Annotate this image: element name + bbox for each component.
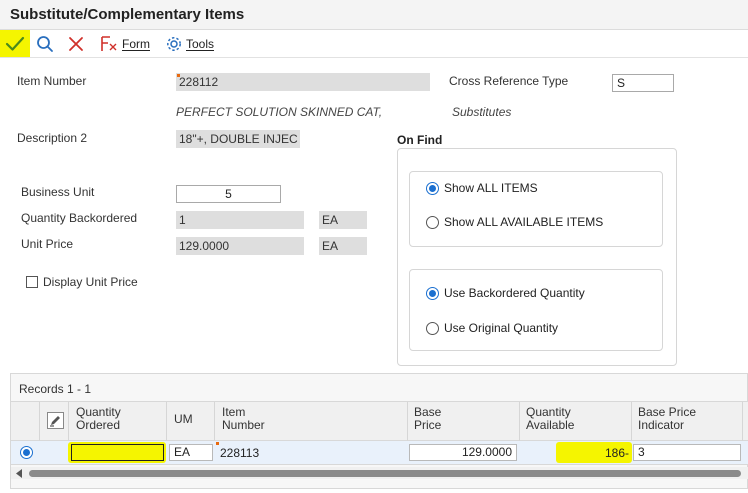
item-number-value: 228112 bbox=[179, 75, 219, 89]
on-find-group: Show ALL ITEMS Show ALL AVAILABLE ITEMS … bbox=[397, 148, 677, 366]
base-price-indicator-input[interactable]: 3 bbox=[633, 444, 741, 461]
grid-options-button[interactable] bbox=[47, 412, 64, 429]
column-separator bbox=[166, 402, 167, 441]
qty-backordered-um: EA bbox=[319, 211, 367, 229]
column-separator bbox=[39, 402, 40, 441]
use-original-radio[interactable] bbox=[426, 321, 439, 335]
unit-price-um: EA bbox=[319, 237, 367, 255]
business-unit-label: Business Unit bbox=[21, 185, 95, 199]
show-all-items-label: Show ALL ITEMS bbox=[444, 181, 538, 195]
toolbar: Form Tools bbox=[0, 30, 748, 58]
display-unit-price-checkbox-row[interactable]: Display Unit Price bbox=[26, 275, 138, 289]
use-original-label: Use Original Quantity bbox=[444, 321, 559, 335]
col-header-quantity-ordered[interactable]: Quantity Ordered bbox=[76, 406, 121, 432]
use-backordered-option[interactable]: Use Backordered Quantity bbox=[426, 286, 585, 300]
col-header-base-price[interactable]: Base Price bbox=[414, 406, 441, 432]
description2-field: 18"+, DOUBLE INJEC bbox=[176, 130, 300, 148]
find-button[interactable] bbox=[35, 34, 55, 54]
business-unit-input[interactable]: 5 bbox=[176, 185, 281, 203]
form-icon bbox=[101, 36, 117, 51]
unit-price-label: Unit Price bbox=[21, 237, 74, 251]
display-unit-price-label: Display Unit Price bbox=[43, 275, 138, 289]
title-bar: Substitute/Complementary Items bbox=[0, 0, 748, 30]
form-menu-button[interactable]: Form bbox=[99, 34, 150, 54]
cross-ref-type-description: Substitutes bbox=[452, 105, 512, 119]
use-backordered-radio[interactable] bbox=[426, 286, 439, 300]
col-header-um[interactable]: UM bbox=[174, 413, 193, 426]
form-menu-label: Form bbox=[122, 37, 150, 51]
show-all-available-option[interactable]: Show ALL AVAILABLE ITEMS bbox=[426, 215, 603, 229]
grid-header: Quantity Ordered UM Item Number Base Pri… bbox=[11, 401, 748, 441]
show-all-available-label: Show ALL AVAILABLE ITEMS bbox=[444, 215, 604, 229]
cross-ref-type-label: Cross Reference Type bbox=[449, 74, 569, 88]
base-price-input[interactable]: 129.0000 bbox=[409, 444, 517, 461]
records-grid: Records 1 - 1 Quantity Ordered UM Item N… bbox=[10, 373, 748, 489]
close-icon bbox=[69, 37, 83, 51]
column-separator bbox=[214, 402, 215, 441]
quantity-option-group: Use Backordered Quantity Use Original Qu… bbox=[409, 269, 663, 351]
um-input[interactable]: EA bbox=[169, 444, 213, 461]
use-backordered-label: Use Backordered Quantity bbox=[444, 286, 585, 300]
on-find-title: On Find bbox=[397, 133, 443, 147]
cross-ref-type-input[interactable]: S bbox=[612, 74, 674, 92]
col-header-quantity-available[interactable]: Quantity Available bbox=[526, 406, 574, 432]
show-all-available-radio[interactable] bbox=[426, 215, 439, 229]
records-count: Records 1 - 1 bbox=[19, 382, 92, 396]
tools-menu-button[interactable]: Tools bbox=[165, 34, 214, 54]
required-marker bbox=[216, 442, 219, 445]
quantity-ordered-input[interactable] bbox=[71, 444, 164, 461]
required-marker bbox=[177, 74, 180, 77]
column-separator bbox=[631, 402, 632, 441]
row-select-radio[interactable] bbox=[20, 446, 33, 459]
gear-icon bbox=[167, 37, 181, 51]
ok-button[interactable] bbox=[0, 30, 30, 57]
column-separator bbox=[407, 402, 408, 441]
tools-menu-label: Tools bbox=[186, 37, 215, 51]
column-separator bbox=[742, 402, 743, 441]
cancel-button[interactable] bbox=[66, 34, 86, 54]
column-separator bbox=[68, 402, 69, 441]
use-original-option[interactable]: Use Original Quantity bbox=[426, 321, 558, 335]
show-all-items-radio[interactable] bbox=[426, 181, 439, 195]
show-all-items-option[interactable]: Show ALL ITEMS bbox=[426, 181, 538, 195]
item-number-label: Item Number bbox=[17, 74, 87, 88]
form-content: Item Number 228112 Cross Reference Type … bbox=[0, 58, 748, 373]
item-number-cell: 228113 bbox=[220, 446, 260, 460]
qty-backordered-label: Quantity Backordered bbox=[21, 211, 138, 225]
edit-pen-icon bbox=[50, 416, 60, 427]
qty-backordered-field: 1 bbox=[176, 211, 304, 229]
scroll-left-icon[interactable] bbox=[15, 469, 23, 478]
column-separator bbox=[519, 402, 520, 441]
display-unit-price-checkbox[interactable] bbox=[26, 276, 38, 288]
window-title: Substitute/Complementary Items bbox=[10, 6, 245, 23]
item-number-field: 228112 bbox=[176, 73, 430, 91]
col-header-base-price-indicator[interactable]: Base Price Indicator bbox=[638, 406, 696, 432]
horizontal-scrollbar[interactable] bbox=[11, 467, 748, 479]
description2-label: Description 2 bbox=[17, 131, 88, 145]
show-items-group: Show ALL ITEMS Show ALL AVAILABLE ITEMS bbox=[409, 171, 663, 247]
item-description: PERFECT SOLUTION SKINNED CAT, bbox=[176, 105, 383, 119]
unit-price-field: 129.0000 bbox=[176, 237, 304, 255]
checkmark-icon bbox=[5, 36, 25, 51]
quantity-available-cell: 186- bbox=[605, 446, 630, 460]
search-icon bbox=[37, 36, 53, 52]
table-row[interactable]: EA 228113 129.0000 186- 3 bbox=[11, 441, 748, 465]
col-header-item-number[interactable]: Item Number bbox=[222, 406, 265, 432]
scrollbar-thumb[interactable] bbox=[29, 470, 741, 477]
